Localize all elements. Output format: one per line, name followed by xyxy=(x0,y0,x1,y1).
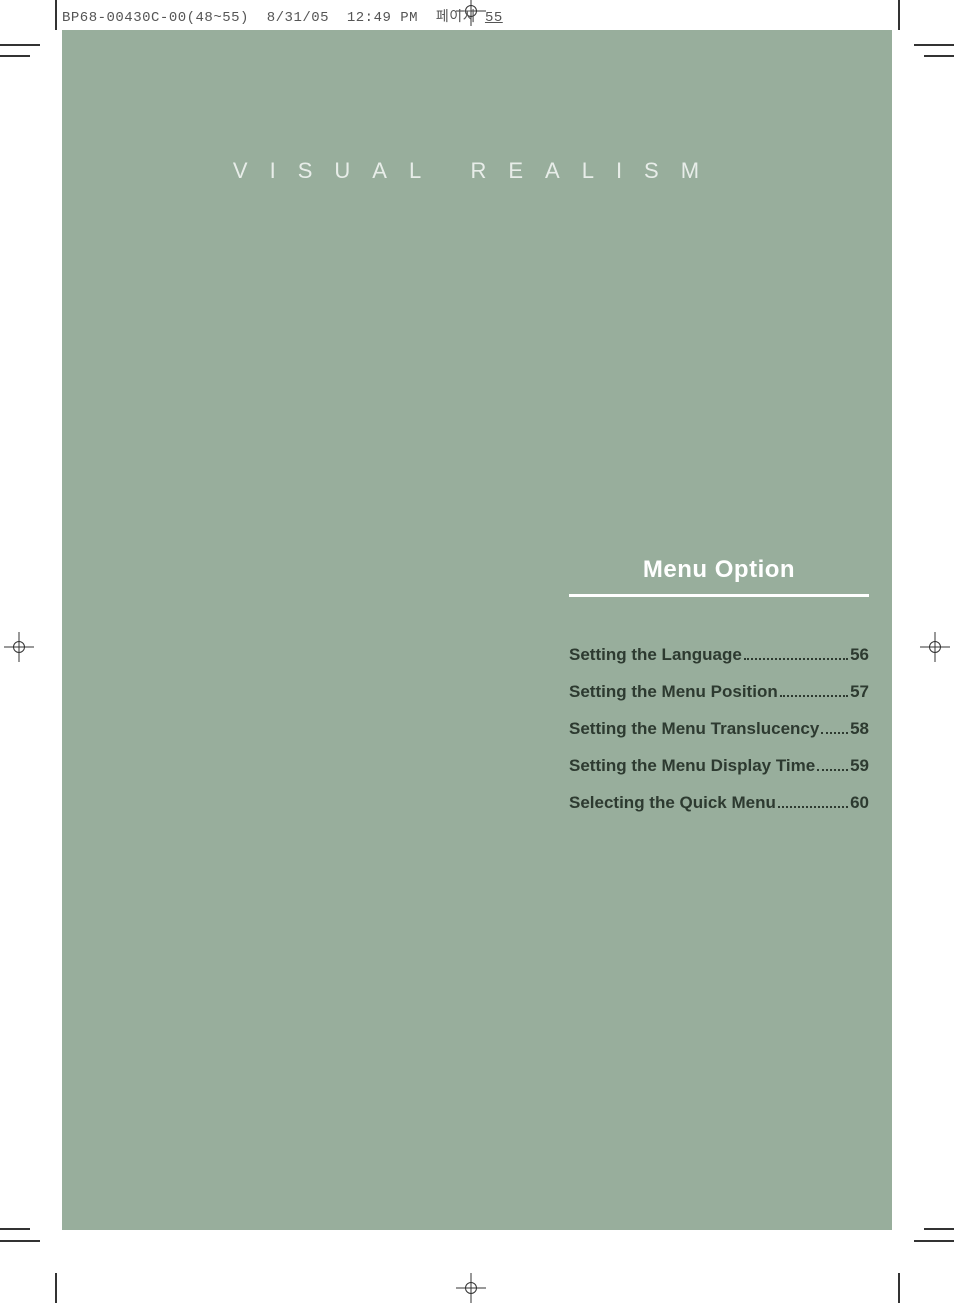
toc-leader-dots xyxy=(744,658,848,660)
crop-mark xyxy=(924,1228,954,1230)
print-header: BP68-00430C-00(48~55) 8/31/05 12:49 PM 페… xyxy=(62,6,503,26)
doc-date: 8/31/05 xyxy=(267,10,329,26)
doc-id: BP68-00430C-00(48~55) xyxy=(62,10,249,26)
toc-label: Setting the Menu Display Time xyxy=(569,756,815,776)
toc-page-number: 58 xyxy=(850,719,869,739)
crop-mark xyxy=(914,44,954,46)
toc-leader-dots xyxy=(817,769,848,771)
crop-mark xyxy=(898,1273,900,1303)
registration-mark-icon xyxy=(926,638,944,656)
toc-page-number: 56 xyxy=(850,645,869,665)
crop-mark xyxy=(0,1228,30,1230)
doc-page-number: 55 xyxy=(485,10,503,26)
registration-mark-icon xyxy=(10,638,28,656)
toc-row: Setting the Menu Display Time 59 xyxy=(569,756,869,776)
crop-mark xyxy=(924,55,954,57)
crop-mark xyxy=(914,1240,954,1242)
menu-heading: Menu Option xyxy=(569,556,869,594)
crop-mark xyxy=(55,0,57,30)
doc-page-label: 페이지 xyxy=(436,10,476,26)
toc-page-number: 59 xyxy=(850,756,869,776)
toc-label: Setting the Language xyxy=(569,645,742,665)
toc-row: Setting the Menu Translucency 58 xyxy=(569,719,869,739)
menu-option-block: Menu Option Setting the Language 56 Sett… xyxy=(569,556,869,830)
toc-row: Selecting the Quick Menu 60 xyxy=(569,793,869,813)
crop-mark xyxy=(55,1273,57,1303)
page-background: VISUAL REALISM Menu Option Setting the L… xyxy=(62,30,892,1230)
menu-heading-rule xyxy=(569,594,869,597)
toc-row: Setting the Menu Position 57 xyxy=(569,682,869,702)
crop-mark xyxy=(0,44,40,46)
toc-row: Setting the Language 56 xyxy=(569,645,869,665)
crop-mark xyxy=(898,0,900,30)
toc-leader-dots xyxy=(778,806,848,808)
crop-mark xyxy=(0,1240,40,1242)
crop-mark xyxy=(0,55,30,57)
toc-label: Selecting the Quick Menu xyxy=(569,793,776,813)
toc-label: Setting the Menu Translucency xyxy=(569,719,819,739)
toc-leader-dots xyxy=(821,732,848,734)
doc-time: 12:49 PM xyxy=(347,10,418,26)
section-title: VISUAL REALISM xyxy=(62,158,892,184)
registration-mark-icon xyxy=(462,1279,480,1297)
toc-page-number: 60 xyxy=(850,793,869,813)
toc-page-number: 57 xyxy=(850,682,869,702)
toc-label: Setting the Menu Position xyxy=(569,682,778,702)
toc-leader-dots xyxy=(780,695,848,697)
